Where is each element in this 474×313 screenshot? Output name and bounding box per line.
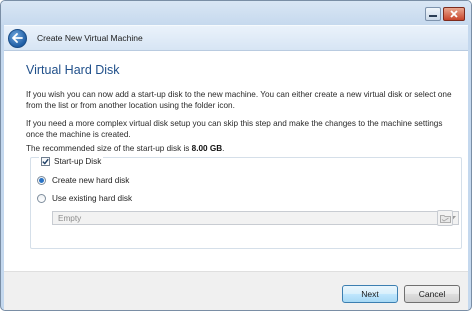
window-frame-top: [1, 1, 471, 25]
advanced-setup-paragraph: If you need a more complex virtual disk …: [26, 119, 443, 139]
back-button[interactable]: [8, 28, 27, 48]
existing-disk-select-value: Empty: [58, 213, 82, 223]
use-existing-disk-radio[interactable]: [37, 194, 46, 203]
wizard-button-bar: Next Cancel: [4, 271, 468, 310]
startup-disk-checkbox-row[interactable]: Start-up Disk: [39, 157, 104, 166]
wizard-window: Create New Virtual Machine Virtual Hard …: [0, 0, 472, 311]
next-button[interactable]: Next: [342, 285, 398, 303]
choose-disk-file-button[interactable]: [437, 210, 453, 226]
use-existing-disk-label: Use existing hard disk: [52, 194, 133, 203]
checkmark-icon: [42, 158, 49, 165]
startup-disk-group: Start-up Disk: [30, 157, 462, 249]
recommended-size-prefix: The recommended size of the start-up dis…: [26, 144, 192, 153]
cancel-button[interactable]: Cancel: [404, 285, 460, 303]
wizard-content: Virtual Hard Disk If you wish you can no…: [4, 50, 468, 272]
minimize-icon: [429, 15, 437, 17]
recommended-size-suffix: .: [222, 144, 225, 153]
use-existing-disk-option[interactable]: Use existing hard disk: [37, 194, 132, 203]
startup-disk-label: Start-up Disk: [54, 157, 102, 166]
recommended-size-text: The recommended size of the start-up dis…: [26, 143, 458, 154]
page-title: Virtual Hard Disk: [26, 63, 120, 77]
close-button[interactable]: [443, 7, 465, 21]
existing-disk-select[interactable]: Empty: [52, 211, 459, 225]
startup-disk-checkbox[interactable]: [41, 157, 50, 166]
close-icon: [450, 10, 458, 18]
recommended-size-value: 8.00 GB: [191, 144, 223, 153]
window-controls: [425, 7, 465, 21]
minimize-button[interactable]: [425, 7, 441, 21]
create-new-disk-radio[interactable]: [37, 176, 46, 185]
create-new-disk-label: Create new hard disk: [52, 176, 130, 185]
folder-icon: [439, 214, 451, 223]
intro-paragraph: If you wish you can now add a start-up d…: [26, 90, 452, 110]
create-new-disk-option[interactable]: Create new hard disk: [37, 176, 129, 185]
radio-selected-dot: [39, 178, 44, 183]
back-arrow-icon: [12, 33, 23, 43]
window-title: Create New Virtual Machine: [37, 33, 143, 43]
wizard-titlebar: Create New Virtual Machine: [4, 25, 468, 50]
